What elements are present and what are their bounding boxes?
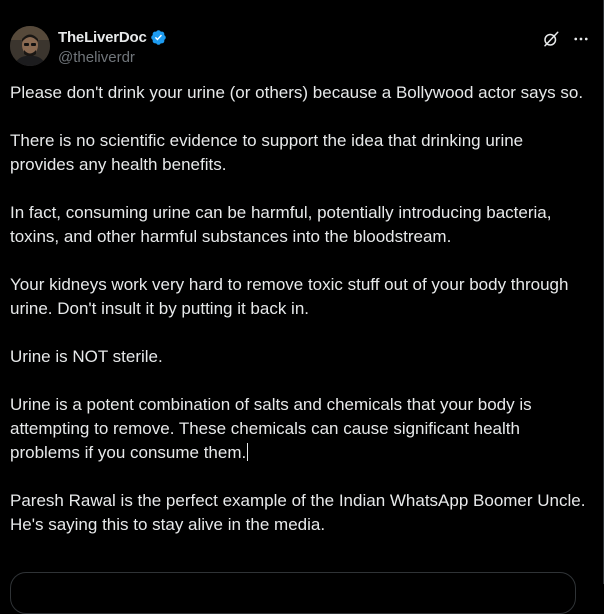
grok-icon[interactable]: [540, 28, 562, 50]
tweet-paragraph: There is no scientific evidence to suppo…: [10, 131, 524, 174]
quoted-post-card[interactable]: [10, 572, 576, 614]
tweet-paragraph: Please don't drink your urine (or others…: [10, 83, 584, 102]
text-cursor: [247, 443, 249, 461]
tweet-header: TheLiverDoc @theliverdr: [10, 26, 594, 68]
author-display-name[interactable]: TheLiverDoc: [58, 29, 147, 46]
tweet-paragraph: Paresh Rawal is the perfect example of t…: [10, 491, 586, 534]
tweet-paragraph: Your kidneys work very hard to remove to…: [10, 275, 569, 318]
tweet-text: Please don't drink your urine (or others…: [10, 81, 590, 537]
tweet-paragraph: Urine is a potent combination of salts a…: [10, 393, 590, 465]
avatar[interactable]: [10, 26, 50, 66]
verified-badge-icon: [150, 29, 167, 46]
header-actions: [540, 28, 592, 50]
tweet-paragraph: In fact, consuming urine can be harmful,…: [10, 203, 552, 246]
author-names: TheLiverDoc @theliverdr: [58, 28, 167, 66]
profile-photo-icon: [10, 26, 50, 66]
author-handle[interactable]: @theliverdr: [58, 49, 167, 66]
more-icon[interactable]: [570, 28, 592, 50]
tweet-paragraph: Urine is NOT sterile.: [10, 347, 163, 366]
tweet-paragraph-text: Urine is a potent combination of salts a…: [10, 395, 532, 462]
